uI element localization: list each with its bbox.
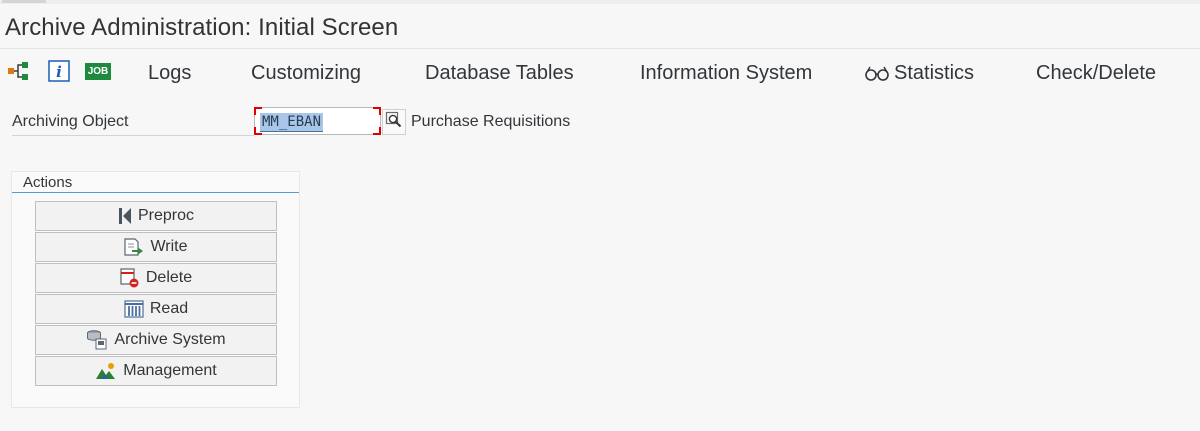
title-bar: Archive Administration: Initial Screen xyxy=(0,4,1200,49)
preproc-label: Preproc xyxy=(137,207,195,224)
archive-system-label: Archive System xyxy=(114,331,226,348)
archiving-object-description: Purchase Requisitions xyxy=(411,113,571,130)
job-icon[interactable]: JOB xyxy=(84,59,112,83)
archive-system-button[interactable]: Archive System xyxy=(35,325,277,355)
toolbar-database-tables[interactable]: Database Tables xyxy=(425,62,574,85)
application-toolbar: i JOB Logs Customizing Database Tables I… xyxy=(0,49,1200,97)
archiving-object-input[interactable]: MM_EBAN xyxy=(254,107,381,135)
job-icon-label: JOB xyxy=(84,62,112,80)
toolbar-check-delete[interactable]: Check/Delete xyxy=(1036,62,1156,85)
toolbar-statistics[interactable]: Statistics xyxy=(894,62,974,85)
actions-title-line xyxy=(12,192,299,193)
management-icon xyxy=(95,362,117,380)
toolbar-customizing[interactable]: Customizing xyxy=(251,62,361,85)
archiving-object-value: MM_EBAN xyxy=(260,113,324,132)
label-underline xyxy=(12,135,254,136)
delete-icon xyxy=(120,268,140,288)
preproc-icon xyxy=(118,207,132,225)
write-icon xyxy=(124,238,144,256)
actions-title: Actions xyxy=(23,174,73,191)
management-button[interactable]: Management xyxy=(35,356,277,386)
toolbar-information-system[interactable]: Information System xyxy=(640,62,812,85)
search-icon xyxy=(385,111,403,134)
toolbar-logs[interactable]: Logs xyxy=(148,62,191,85)
archive-system-icon xyxy=(86,330,108,350)
read-label: Read xyxy=(149,300,189,317)
write-label: Write xyxy=(150,238,188,255)
management-label: Management xyxy=(123,362,217,379)
read-icon xyxy=(124,300,144,318)
info-icon[interactable]: i xyxy=(47,59,71,83)
preproc-button[interactable]: Preproc xyxy=(35,201,277,231)
delete-label: Delete xyxy=(145,269,193,286)
write-button[interactable]: Write xyxy=(35,232,277,262)
svg-text:i: i xyxy=(56,63,62,81)
hierarchy-icon[interactable] xyxy=(6,59,34,83)
read-button[interactable]: Read xyxy=(35,294,277,324)
actions-group: Actions Preproc Write Delete Read Archiv… xyxy=(11,171,300,408)
archiving-object-label: Archiving Object xyxy=(12,113,129,130)
page-title: Archive Administration: Initial Screen xyxy=(5,14,399,41)
glasses-icon[interactable] xyxy=(864,61,890,85)
value-help-button[interactable] xyxy=(382,109,406,135)
delete-button[interactable]: Delete xyxy=(35,263,277,293)
